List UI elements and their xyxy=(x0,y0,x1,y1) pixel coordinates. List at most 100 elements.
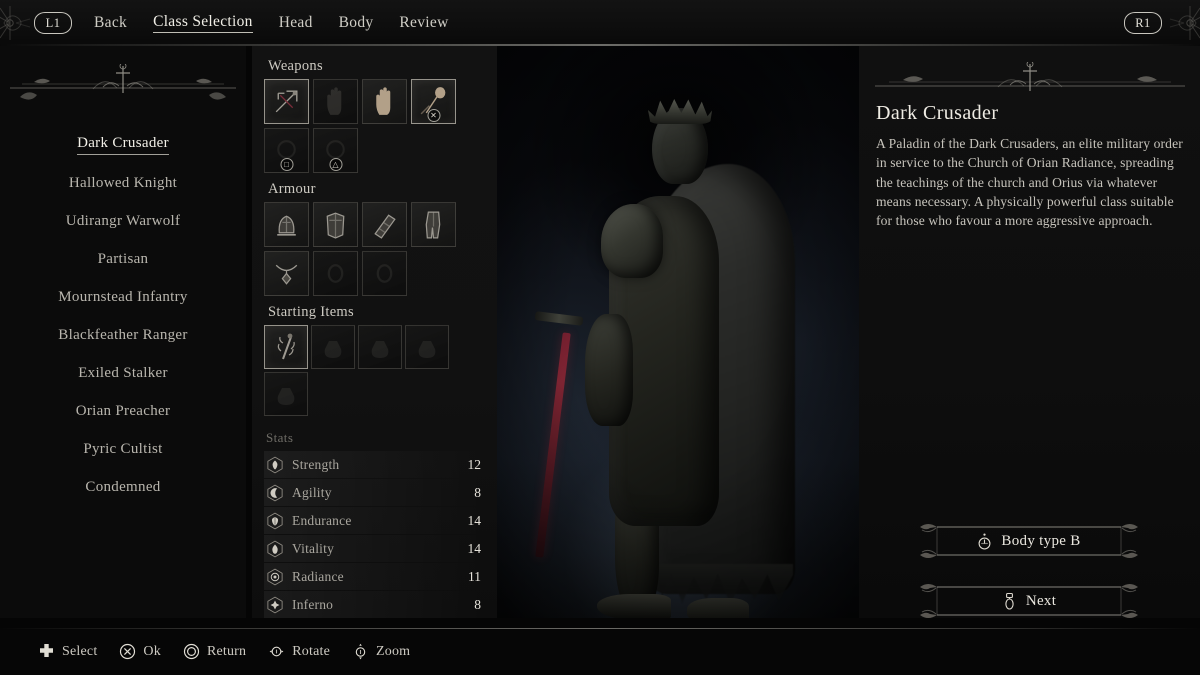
starting-items-section: Starting Items xyxy=(264,304,485,416)
hint-ok[interactable]: Ok xyxy=(119,643,161,660)
weapon-slot-right-hand[interactable] xyxy=(362,79,407,124)
nav-tabs: Back Class Selection Head Body Review xyxy=(94,13,449,33)
class-label: Orian Preacher xyxy=(75,402,171,419)
right-stick-icon xyxy=(268,643,285,660)
strength-icon xyxy=(266,456,284,474)
left-hand-icon xyxy=(319,85,352,118)
class-item-partisan[interactable]: Partisan xyxy=(0,240,246,278)
hint-label: Zoom xyxy=(376,643,411,659)
stat-name: Endurance xyxy=(292,512,352,528)
tab-head[interactable]: Head xyxy=(279,14,313,32)
class-label: Dark Crusader xyxy=(77,135,169,155)
hint-label: Return xyxy=(206,643,247,659)
pouch-icon xyxy=(317,331,349,363)
class-description-body: A Paladin of the Dark Crusaders, an elit… xyxy=(876,136,1183,229)
triangle-button-icon: △ xyxy=(329,158,342,171)
class-label: Udirangr Warwolf xyxy=(65,212,181,229)
stat-row-vitality: Vitality 14 xyxy=(264,535,485,562)
ring-slot-icon xyxy=(368,257,401,290)
class-item-condemned[interactable]: Condemned xyxy=(0,468,246,506)
hint-label: Rotate xyxy=(292,643,330,659)
item-slot-3[interactable] xyxy=(358,325,402,369)
class-item-mournstead-infantry[interactable]: Mournstead Infantry xyxy=(0,278,246,316)
vitality-icon xyxy=(266,540,284,558)
right-stick-icon xyxy=(1002,592,1017,611)
agility-icon xyxy=(266,484,284,502)
top-navigation-bar: L1 Back Class Selection Head Body Review… xyxy=(0,0,1200,46)
hint-rotate[interactable]: Rotate xyxy=(268,643,330,660)
class-item-pyric-cultist[interactable]: Pyric Cultist xyxy=(0,430,246,468)
dpad-icon xyxy=(38,643,55,660)
armour-slot-ring-1[interactable] xyxy=(313,251,358,296)
stat-row-strength: Strength 12 xyxy=(264,451,485,478)
stat-value: 8 xyxy=(474,596,481,612)
item-slot-2[interactable] xyxy=(311,325,355,369)
class-item-udirangr-warwolf[interactable]: Udirangr Warwolf xyxy=(0,202,246,240)
weapon-slot-empty-3[interactable]: △ xyxy=(313,128,358,173)
weapons-section-title: Weapons xyxy=(268,58,323,74)
stats-section-title: Stats xyxy=(266,430,294,445)
next-button[interactable]: Next xyxy=(915,578,1143,624)
equipment-panel: Weapons ✕ □ △ Armour Starting Items Stat… xyxy=(252,46,497,618)
tab-back[interactable]: Back xyxy=(94,14,127,32)
crossbow-icon xyxy=(270,85,303,118)
class-item-exiled-stalker[interactable]: Exiled Stalker xyxy=(0,354,246,392)
circle-button-icon xyxy=(183,643,200,660)
class-label: Exiled Stalker xyxy=(78,364,168,381)
cross-button-icon xyxy=(119,643,136,660)
armour-grid xyxy=(264,202,485,296)
character-arm xyxy=(585,314,633,426)
armour-slot-ring-2[interactable] xyxy=(362,251,407,296)
stat-value: 8 xyxy=(474,484,481,500)
header-ornament-right-icon xyxy=(1132,0,1200,46)
hint-label: Ok xyxy=(143,643,161,659)
hint-zoom[interactable]: Zoom xyxy=(352,643,410,660)
weapon-slot-left-hand[interactable] xyxy=(313,79,358,124)
item-slot-sanguinarix[interactable] xyxy=(264,325,308,369)
ring-slot-icon xyxy=(319,257,352,290)
tab-review[interactable]: Review xyxy=(399,14,448,32)
tab-class-selection[interactable]: Class Selection xyxy=(153,13,253,33)
pouch-icon xyxy=(364,331,396,363)
armour-slot-amulet[interactable] xyxy=(264,251,309,296)
description-ornament-icon xyxy=(873,60,1187,100)
armour-slot-chest[interactable] xyxy=(313,202,358,247)
hint-select[interactable]: Select xyxy=(38,643,97,660)
item-slot-4[interactable] xyxy=(405,325,449,369)
weapon-slot-empty-2[interactable]: □ xyxy=(264,128,309,173)
armour-slot-helmet[interactable] xyxy=(264,202,309,247)
class-label: Condemned xyxy=(85,478,161,495)
character-crown xyxy=(648,99,712,124)
stat-row-radiance: Radiance 11 xyxy=(264,563,485,590)
character-preview[interactable] xyxy=(497,46,859,618)
header-ornament-left-icon xyxy=(0,0,68,46)
tab-body[interactable]: Body xyxy=(339,14,374,32)
character-pauldron xyxy=(601,204,663,278)
class-label: Hallowed Knight xyxy=(68,174,178,191)
class-item-orian-preacher[interactable]: Orian Preacher xyxy=(0,392,246,430)
class-item-dark-crusader[interactable]: Dark Crusader xyxy=(0,126,246,164)
class-item-hallowed-knight[interactable]: Hallowed Knight xyxy=(0,164,246,202)
hint-label: Select xyxy=(62,643,98,659)
stat-value: 14 xyxy=(467,512,482,528)
left-stick-icon xyxy=(977,532,992,551)
weapon-slot-crossbow[interactable] xyxy=(264,79,309,124)
class-list-ornament-icon xyxy=(8,62,238,104)
character-sword-hilt xyxy=(534,311,584,326)
armour-slot-gauntlet[interactable] xyxy=(362,202,407,247)
weapon-slot-mace[interactable]: ✕ xyxy=(411,79,456,124)
cross-button-icon: ✕ xyxy=(427,109,440,122)
class-item-blackfeather-ranger[interactable]: Blackfeather Ranger xyxy=(0,316,246,354)
armour-section: Armour xyxy=(264,181,485,296)
hint-return[interactable]: Return xyxy=(183,643,246,660)
armour-slot-legs[interactable] xyxy=(411,202,456,247)
button-frame-ornament-icon xyxy=(915,518,1143,564)
stick-press-icon xyxy=(352,643,369,660)
amulet-icon xyxy=(270,257,303,290)
class-label: Mournstead Infantry xyxy=(58,288,188,305)
stat-row-endurance: Endurance 14 xyxy=(264,507,485,534)
stat-row-agility: Agility 8 xyxy=(264,479,485,506)
item-slot-5[interactable] xyxy=(264,372,308,416)
body-type-button[interactable]: Body type B xyxy=(915,518,1143,564)
stat-name: Agility xyxy=(292,484,332,500)
